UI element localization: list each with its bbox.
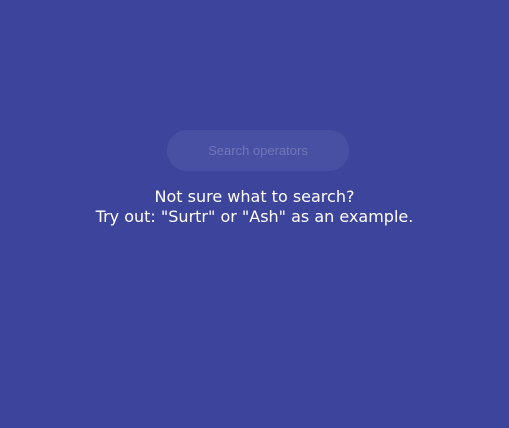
search-hint-example: Try out: "Surtr" or "Ash" as an example. [95, 207, 414, 226]
search-box[interactable] [167, 130, 349, 171]
search-hint: Not sure what to search? Try out: "Surtr… [0, 187, 509, 227]
search-input[interactable] [167, 130, 349, 171]
search-hint-title: Not sure what to search? [154, 187, 355, 206]
operator-search-page: Not sure what to search? Try out: "Surtr… [0, 0, 509, 428]
